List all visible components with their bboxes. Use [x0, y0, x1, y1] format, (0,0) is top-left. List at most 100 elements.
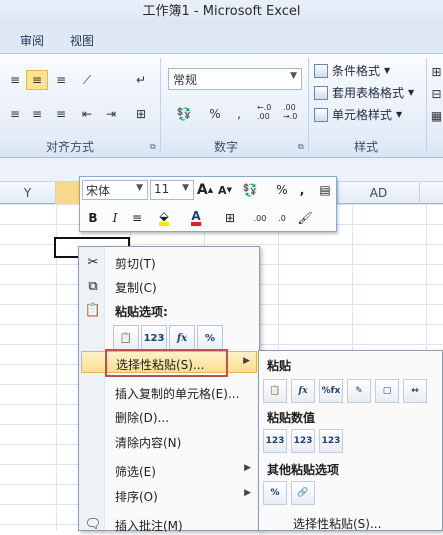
format-cells-icon[interactable]: ▦	[430, 106, 443, 126]
currency-icon[interactable]: 💱	[238, 181, 262, 199]
percent-button[interactable]: %	[274, 181, 290, 199]
submenu-arrow-icon: ▶	[243, 356, 250, 366]
menu-item-cut-label: 剪切(T)	[115, 257, 156, 271]
paste-formulas-number-format-icon[interactable]: %fx	[319, 379, 343, 403]
fill-color-icon[interactable]: ⬙	[150, 208, 178, 228]
table-format-button[interactable]: 套用表格格式 ▼	[314, 84, 414, 101]
increase-decimal-button[interactable]: ←.0 .00	[256, 102, 282, 122]
scissors-icon: ✂	[87, 254, 99, 270]
menu-item-insert-comment[interactable]: 🗨 插入批注(M)	[81, 513, 257, 535]
paste-formulas-button[interactable]: fx	[169, 325, 195, 351]
orientation-icon[interactable]: ⟋	[76, 70, 98, 90]
menu-item-sort[interactable]: 排序(O) ▶	[81, 484, 257, 506]
conditional-format-icon	[314, 63, 328, 78]
keep-column-width-icon[interactable]: ↔	[403, 379, 427, 403]
align-left-icon[interactable]: ≡	[4, 104, 26, 124]
menu-item-copy[interactable]: ⧉ 复制(C)	[81, 275, 257, 297]
bold-button[interactable]: B	[84, 208, 102, 228]
menu-item-insert-copied[interactable]: 插入复制的单元格(E)...	[81, 381, 257, 403]
conditional-format-label: 条件格式	[332, 64, 381, 78]
chevron-down-icon: ▼	[136, 183, 143, 193]
increase-decimal-icon[interactable]: .00	[250, 208, 270, 228]
context-menu: ✂ 剪切(T) ⧉ 复制(C) 📋 粘贴选项: 📋 123 fx % 选择性粘贴…	[78, 246, 260, 533]
menu-item-filter[interactable]: 筛选(E) ▶	[81, 459, 257, 481]
window-title: 工作簿1 - Microsoft Excel	[142, 4, 301, 19]
column-ad-label: AD	[369, 186, 388, 200]
alignment-launcher-icon[interactable]: ⧉	[150, 142, 156, 152]
decrease-decimal-icon[interactable]: .0	[272, 208, 292, 228]
number-launcher-icon[interactable]: ⧉	[298, 142, 304, 152]
submenu-paste-values-header: 粘贴数值	[267, 411, 316, 425]
align-center-icon[interactable]: ≡	[26, 104, 48, 124]
paste-values-button[interactable]: 123	[141, 325, 167, 351]
paste-link-icon[interactable]: 🔗	[291, 481, 315, 505]
paste-formatting-label: %	[204, 332, 216, 344]
cell-styles-button[interactable]: 单元格样式 ▼	[314, 106, 402, 123]
conditional-format-button[interactable]: 条件格式 ▼	[314, 62, 390, 79]
tab-review[interactable]: 审阅	[20, 32, 44, 49]
paste-formatting-button[interactable]: %	[197, 325, 223, 351]
increase-indent-icon[interactable]: ⇥	[100, 104, 122, 124]
values-button[interactable]: 123	[263, 429, 287, 453]
font-name-dropdown[interactable]: 宋体 ▼	[82, 180, 148, 200]
chevron-down-icon: ▼	[384, 66, 391, 75]
paste-formulas-label: fx	[176, 332, 188, 344]
align-top-icon[interactable]: ≡	[4, 70, 26, 90]
align-bottom-icon[interactable]: ≡	[50, 70, 72, 90]
tab-view[interactable]: 视图	[70, 32, 94, 49]
number-format-dropdown[interactable]: 常规 ▼	[168, 68, 302, 90]
merge-center-icon[interactable]: ⊞	[130, 104, 152, 124]
comment-icon: 🗨	[84, 516, 102, 532]
paste-formatting-icon[interactable]: %	[263, 481, 287, 505]
values-source-format-button[interactable]: 123	[319, 429, 343, 453]
keep-source-format-icon[interactable]: ✎	[347, 379, 371, 403]
copy-icon: ⧉	[88, 278, 98, 294]
column-y[interactable]: Y	[0, 182, 56, 204]
percent-button[interactable]: %	[204, 104, 226, 124]
wrap-text-icon[interactable]: ↵	[130, 70, 152, 90]
submenu-other-header: 其他粘贴选项	[267, 463, 340, 477]
format-painter-icon[interactable]: 🖌	[294, 208, 316, 228]
comma-button[interactable]: ,	[228, 104, 250, 124]
no-borders-icon[interactable]: ▢	[375, 379, 399, 403]
format-cells-icon[interactable]: ▤	[316, 181, 334, 199]
menu-item-insert-comment-label: 插入批注(M)	[115, 519, 183, 533]
submenu-item-paste-special[interactable]: 选择性粘贴(S)...	[261, 511, 441, 533]
comma-symbol: ,	[237, 107, 241, 121]
menu-item-clear-label: 清除内容(N)	[115, 436, 182, 450]
divider	[308, 58, 309, 152]
values-number-format-button[interactable]: 123	[291, 429, 315, 453]
font-size-dropdown[interactable]: 11 ▼	[150, 180, 194, 200]
italic-button[interactable]: I	[106, 208, 124, 228]
clipboard-icon: 📋	[84, 302, 102, 318]
menu-item-clear[interactable]: 清除内容(N)	[81, 430, 257, 452]
divider	[160, 58, 161, 152]
cell-styles-icon	[314, 107, 328, 122]
font-color-icon[interactable]: A	[182, 208, 210, 228]
shrink-font-button[interactable]: A ▼	[216, 181, 234, 199]
group-styles-label: 样式	[354, 140, 379, 154]
menu-item-insert-copied-label: 插入复制的单元格(E)...	[115, 387, 240, 401]
decrease-decimal-button[interactable]: .00 →.0	[282, 102, 308, 122]
group-alignment-label: 对齐方式	[46, 140, 95, 154]
paste-icon[interactable]: 📋	[263, 379, 287, 403]
menu-item-delete[interactable]: 删除(D)...	[81, 405, 257, 427]
paste-button[interactable]: 📋	[113, 325, 139, 351]
insert-cells-icon[interactable]: ⊞	[430, 62, 443, 82]
align-center-icon[interactable]: ≡	[128, 208, 146, 228]
delete-cells-icon[interactable]: ⊟	[430, 84, 443, 104]
align-middle-icon[interactable]: ≡	[26, 70, 48, 90]
grow-font-button[interactable]: A ▲	[196, 181, 214, 199]
submenu-arrow-icon: ▶	[244, 488, 251, 498]
menu-item-cut[interactable]: ✂ 剪切(T)	[81, 251, 257, 273]
column-ad[interactable]: AD	[338, 182, 420, 204]
percent-symbol: %	[276, 183, 288, 197]
paste-formulas-icon[interactable]: fx	[291, 379, 315, 403]
borders-icon[interactable]: ⊞	[216, 208, 244, 228]
comma-button[interactable]: ,	[294, 181, 310, 199]
decrease-indent-icon[interactable]: ⇤	[76, 104, 98, 124]
align-right-icon[interactable]: ≡	[50, 104, 72, 124]
currency-icon[interactable]: 💱	[170, 104, 198, 124]
paste-special-submenu: 粘贴 📋 fx %fx ✎ ▢ ↔ 粘贴数值 123 123 123 其他粘贴选…	[258, 350, 443, 531]
font-name-value: 宋体	[86, 184, 111, 198]
